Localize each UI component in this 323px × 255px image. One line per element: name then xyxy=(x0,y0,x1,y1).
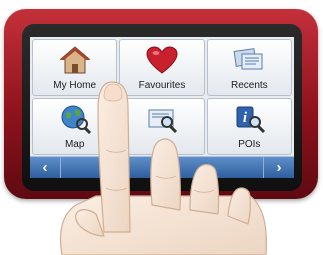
pointing-hand-image xyxy=(59,81,267,255)
